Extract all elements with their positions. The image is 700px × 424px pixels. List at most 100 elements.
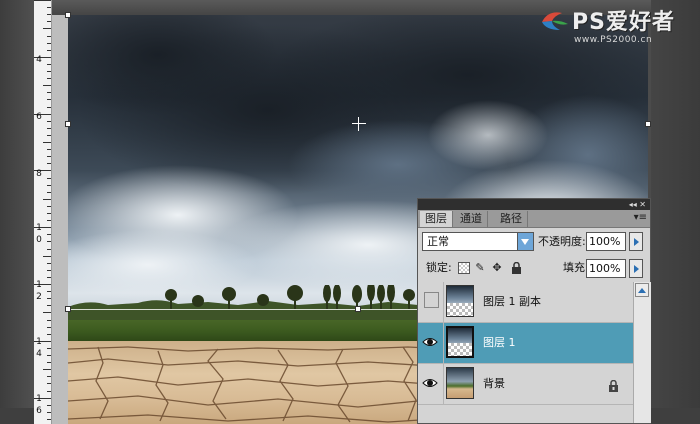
ruler-number: 1 xyxy=(36,394,42,404)
ruler-tick xyxy=(47,185,51,186)
collapse-panel-icon[interactable]: ◂◂ ✕ xyxy=(629,199,646,210)
transform-handle-left[interactable] xyxy=(65,121,71,127)
ruler-tick xyxy=(47,92,51,93)
panel-menu-icon[interactable]: ▾≡ xyxy=(634,212,647,223)
chevron-down-icon[interactable] xyxy=(517,233,533,250)
layer-list-scrollbar[interactable] xyxy=(633,282,651,423)
ruler-tick xyxy=(47,405,51,406)
transform-center-crosshair-icon[interactable] xyxy=(352,117,366,131)
ruler-tick xyxy=(47,43,51,44)
ruler-tick xyxy=(47,21,51,22)
ruler-tick xyxy=(47,220,51,221)
ruler-tick xyxy=(47,391,51,392)
visibility-toggle-off[interactable] xyxy=(424,292,439,308)
ruler-tick xyxy=(47,149,51,150)
ruler-tick xyxy=(47,99,51,100)
ruler-number: 4 xyxy=(36,55,42,65)
ruler-tick xyxy=(47,156,51,157)
logo-url: www.PS2000.cn xyxy=(574,35,653,45)
ruler-tick xyxy=(47,277,51,278)
layer-name: 图层 1 副本 xyxy=(483,295,541,308)
layer-row-layer1[interactable]: 图层 1 xyxy=(418,323,633,364)
ruler-tick xyxy=(47,213,51,214)
workspace: 46810121416 PS爱好者 www.PS2000.cn ◂◂ ✕ 图层 … xyxy=(0,0,700,424)
ruler-tick xyxy=(47,78,51,79)
lock-transparency-icon[interactable] xyxy=(458,262,470,274)
blend-mode-select[interactable]: 正常 xyxy=(422,232,534,251)
tab-paths[interactable]: 路径 xyxy=(495,211,528,227)
ruler-tick xyxy=(43,369,51,370)
transform-handle-top-left[interactable] xyxy=(65,12,71,18)
layers-panel: ◂◂ ✕ 图层 通道 路径 ▾≡ 正常 不透明度: 100% 锁定: ✎ ✥ 填… xyxy=(417,198,651,424)
ruler-tick xyxy=(47,107,51,108)
eye-icon[interactable] xyxy=(422,375,438,391)
transform-handle-right[interactable] xyxy=(645,121,651,127)
ruler-tick xyxy=(47,291,51,292)
row-divider xyxy=(443,282,444,322)
logo-swirl-icon xyxy=(542,12,568,30)
panel-tab-row: 图层 通道 路径 ▾≡ xyxy=(418,210,650,228)
ruler-tick xyxy=(47,419,51,420)
transform-handle-bottom-left[interactable] xyxy=(65,306,71,312)
logo-title: PS爱好者 xyxy=(572,10,675,35)
window-frame-right xyxy=(651,0,700,424)
scroll-up-arrow-icon[interactable] xyxy=(635,283,649,297)
ruler-number: 1 xyxy=(36,280,42,290)
layer-lock-icon xyxy=(608,377,620,392)
layer-row-copy[interactable]: 图层 1 副本 xyxy=(418,282,633,323)
tab-channels[interactable]: 通道 xyxy=(455,211,488,227)
ruler-tick xyxy=(47,249,51,250)
canvas-gutter xyxy=(52,15,68,424)
ruler-tick xyxy=(47,362,51,363)
ruler-number: 4 xyxy=(36,349,42,359)
ruler-tick xyxy=(47,327,51,328)
ruler-tick xyxy=(47,64,51,65)
lock-pixels-brush-icon[interactable]: ✎ xyxy=(474,262,486,274)
ruler-tick xyxy=(47,263,51,264)
ruler-tick xyxy=(47,178,51,179)
row-divider xyxy=(443,323,444,363)
ruler-number: 6 xyxy=(36,406,42,416)
ruler-tick xyxy=(43,256,51,257)
layer-name: 背景 xyxy=(483,377,505,390)
ruler-tick xyxy=(34,0,51,1)
ruler-tick xyxy=(47,7,51,8)
ruler-tick xyxy=(47,355,51,356)
ruler-tick xyxy=(43,85,51,86)
ruler-tick xyxy=(47,412,51,413)
layer-thumbnail xyxy=(446,326,474,358)
tab-layers[interactable]: 图层 xyxy=(420,211,453,227)
ruler-tick xyxy=(47,234,51,235)
ruler-tick xyxy=(43,199,51,200)
transparency-checker xyxy=(447,302,473,316)
transform-handle-bottom[interactable] xyxy=(355,306,361,312)
ruler-number: 0 xyxy=(36,235,42,245)
ruler-tick xyxy=(47,376,51,377)
ruler-tick xyxy=(47,128,51,129)
lock-all-icon[interactable] xyxy=(510,261,522,274)
panel-title-bar[interactable]: ◂◂ ✕ xyxy=(418,199,650,210)
fill-slider-button[interactable] xyxy=(629,259,643,278)
ruler-tick xyxy=(47,121,51,122)
vertical-ruler[interactable]: 46810121416 xyxy=(34,0,52,424)
layer-thumbnail xyxy=(446,367,474,399)
layer-row-background[interactable]: 背景 xyxy=(418,364,633,405)
ruler-tick xyxy=(47,348,51,349)
ruler-tick xyxy=(47,36,51,37)
fill-label: 填充: xyxy=(563,261,589,274)
ruler-tick xyxy=(47,192,51,193)
ruler-number: 6 xyxy=(36,112,42,122)
eye-icon[interactable] xyxy=(422,334,438,350)
lock-position-move-icon[interactable]: ✥ xyxy=(491,262,503,274)
opacity-input[interactable]: 100% xyxy=(586,232,626,251)
watermark-logo: PS爱好者 www.PS2000.cn xyxy=(538,2,696,52)
ruler-tick xyxy=(47,334,51,335)
ruler-tick xyxy=(47,206,51,207)
opacity-slider-button[interactable] xyxy=(629,232,643,251)
ruler-tick xyxy=(47,135,51,136)
ruler-tick xyxy=(47,50,51,51)
layer-list: 图层 1 副本 图层 1 背景 xyxy=(418,282,633,423)
window-frame-left xyxy=(0,0,34,424)
ruler-tick xyxy=(43,312,51,313)
fill-input[interactable]: 100% xyxy=(586,259,626,278)
